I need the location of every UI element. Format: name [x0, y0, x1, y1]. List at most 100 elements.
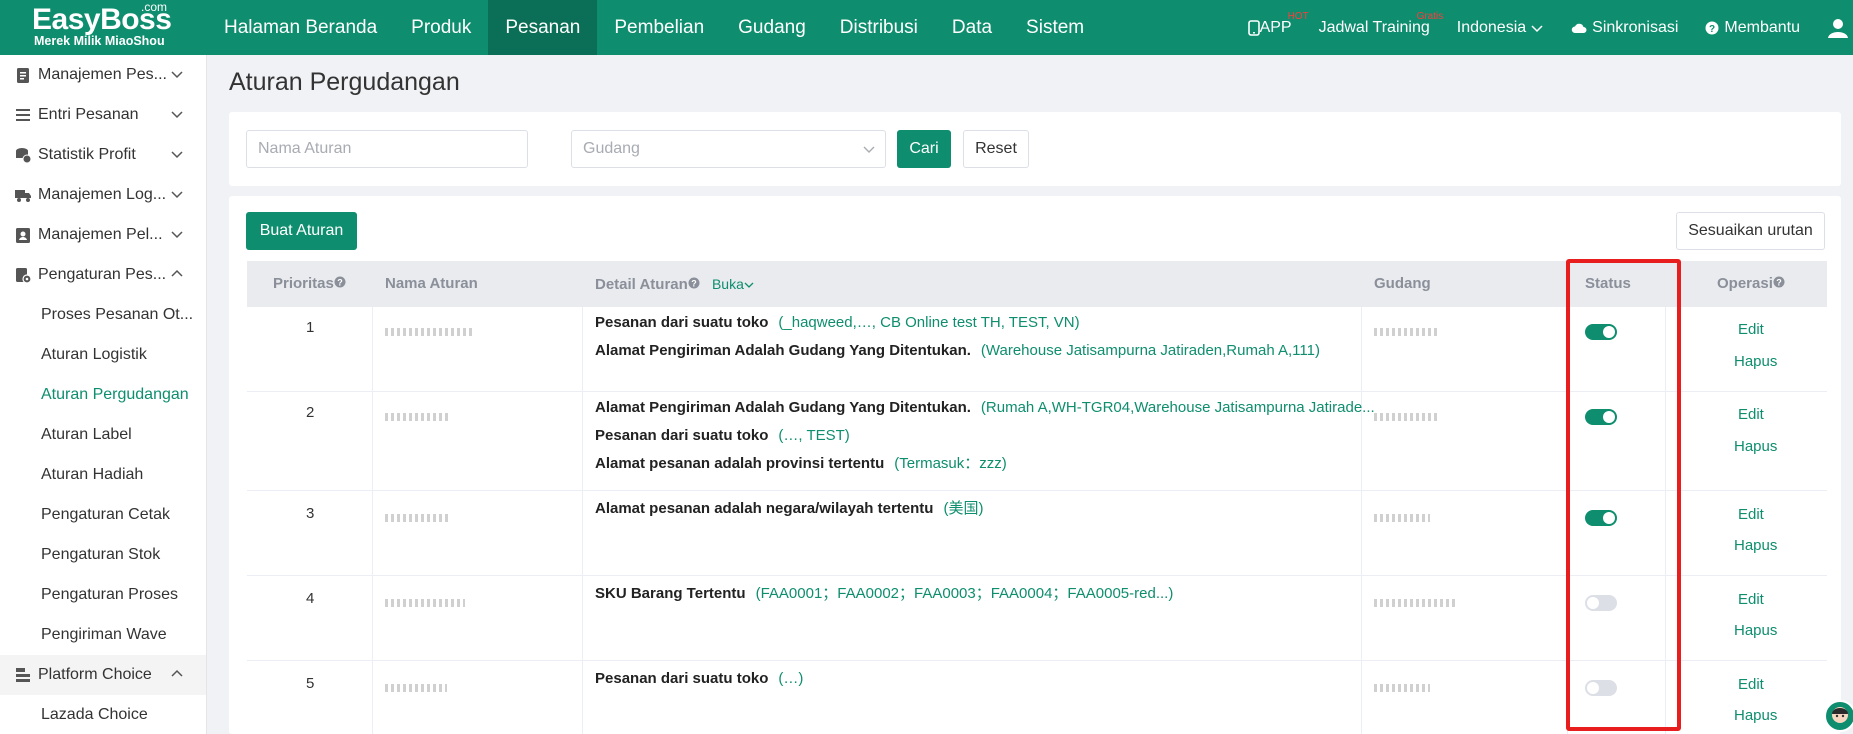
- sidebar-item-auto-order-process[interactable]: Proses Pesanan Ot...: [0, 295, 206, 335]
- user-icon: [1828, 18, 1848, 38]
- rule-name-redacted: [385, 594, 465, 611]
- edit-link[interactable]: Edit: [1738, 676, 1764, 693]
- priority-cell: 2: [306, 404, 315, 421]
- user-card-icon: [16, 228, 30, 243]
- sort-order-button[interactable]: Sesuaikan urutan: [1676, 212, 1825, 250]
- rule-detail: Alamat pesanan adalah negara/wilayah ter…: [595, 495, 983, 523]
- delete-link[interactable]: Hapus: [1734, 353, 1777, 370]
- rule-condition: Pesanan dari suatu toko (…, TEST): [595, 427, 850, 444]
- stack-icon: [16, 668, 30, 682]
- delete-link[interactable]: Hapus: [1734, 537, 1777, 554]
- support-assistant-icon[interactable]: [1824, 700, 1853, 732]
- expand-toggle[interactable]: Buka: [712, 276, 744, 292]
- brand-tagline: Merek Milik MiaoShou: [34, 34, 165, 48]
- sidebar-group-platform-choice[interactable]: Platform Choice: [0, 655, 206, 695]
- nav-warehouse[interactable]: Gudang: [721, 0, 823, 55]
- sidebar-item-logistics-rules[interactable]: Aturan Logistik: [0, 335, 206, 375]
- create-rule-button[interactable]: Buat Aturan: [246, 212, 357, 250]
- coins-icon: [16, 148, 32, 164]
- sidebar-group-profit-stats[interactable]: Statistik Profit: [0, 135, 206, 175]
- rule-name-redacted: [385, 679, 447, 696]
- header-warehouse: Gudang: [1374, 275, 1431, 292]
- rule-condition: Alamat Pengiriman Adalah Gudang Yang Dit…: [595, 342, 1320, 359]
- svg-text:?: ?: [1776, 278, 1782, 288]
- sidebar-item-print-settings[interactable]: Pengaturan Cetak: [0, 495, 206, 535]
- warehouse-select[interactable]: Gudang: [571, 130, 886, 168]
- sync-label: Sinkronisasi: [1592, 18, 1679, 36]
- rule-condition: Pesanan dari suatu toko (_haqweed,…, CB O…: [595, 314, 1080, 331]
- rule-name-redacted: [385, 323, 475, 340]
- list-icon: [16, 109, 30, 121]
- rule-name-input[interactable]: Nama Aturan: [246, 130, 528, 168]
- delete-link[interactable]: Hapus: [1734, 622, 1777, 639]
- app-link[interactable]: APP HOT: [1247, 11, 1309, 37]
- free-badge: Gratis: [1416, 10, 1444, 22]
- header-rule-name: Nama Aturan: [385, 275, 478, 292]
- help-button[interactable]: ? Membantu: [1705, 19, 1800, 37]
- help-label: Membantu: [1724, 18, 1800, 36]
- training-link[interactable]: Jadwal Training Gratis: [1318, 11, 1444, 37]
- sidebar-group-order-entry[interactable]: Entri Pesanan: [0, 95, 206, 135]
- sidebar-item-lazada-choice[interactable]: Lazada Choice: [0, 695, 206, 734]
- edit-link[interactable]: Edit: [1738, 591, 1764, 608]
- sidebar-item-warehouse-rules[interactable]: Aturan Pergudangan: [0, 375, 206, 415]
- sidebar: Manajemen Pes... Entri Pesanan Statistik…: [0, 55, 207, 734]
- svg-text:?: ?: [1709, 24, 1715, 35]
- edit-link[interactable]: Edit: [1738, 321, 1764, 338]
- settings-doc-icon: [16, 268, 32, 284]
- hot-badge: HOT: [1287, 10, 1309, 22]
- nav-home[interactable]: Halaman Beranda: [207, 0, 394, 55]
- sidebar-group-order-settings[interactable]: Pengaturan Pes...: [0, 255, 206, 295]
- language-selector[interactable]: Indonesia: [1457, 19, 1544, 37]
- rule-detail: Alamat Pengiriman Adalah Gudang Yang Dit…: [595, 394, 1375, 478]
- brand-logo[interactable]: EasyBoss .com Merek Milik MiaoShou: [0, 0, 207, 55]
- question-icon: ?: [688, 277, 700, 289]
- delete-link[interactable]: Hapus: [1734, 707, 1777, 724]
- rule-name-redacted: [385, 509, 449, 526]
- main-nav: Halaman Beranda Produk Pesanan Pembelian…: [207, 0, 1101, 55]
- sidebar-item-gift-rules[interactable]: Aturan Hadiah: [0, 455, 206, 495]
- top-navbar: EasyBoss .com Merek Milik MiaoShou Halam…: [0, 0, 1853, 55]
- nav-orders[interactable]: Pesanan: [488, 0, 598, 55]
- warehouse-redacted: [1374, 594, 1456, 611]
- chevron-down-icon: [1531, 24, 1543, 32]
- assistant-face-icon: [1832, 707, 1848, 723]
- edit-link[interactable]: Edit: [1738, 406, 1764, 423]
- phone-icon: [1247, 19, 1260, 36]
- nav-system[interactable]: Sistem: [1009, 0, 1101, 55]
- nav-purchase[interactable]: Pembelian: [597, 0, 721, 55]
- chevron-down-icon: [171, 71, 183, 79]
- nav-data[interactable]: Data: [935, 0, 1009, 55]
- sidebar-item-process-settings[interactable]: Pengaturan Proses: [0, 575, 206, 615]
- sidebar-item-stock-settings[interactable]: Pengaturan Stok: [0, 535, 206, 575]
- warehouse-placeholder: Gudang: [583, 140, 640, 157]
- header-priority: Prioritas?: [273, 261, 346, 307]
- sidebar-group-label: Manajemen Log...: [38, 186, 167, 203]
- training-label: Jadwal Training: [1318, 18, 1430, 36]
- nav-product[interactable]: Produk: [394, 0, 488, 55]
- sidebar-group-logistics[interactable]: Manajemen Log...: [0, 175, 206, 215]
- sidebar-item-label-rules[interactable]: Aturan Label: [0, 415, 206, 455]
- reset-button[interactable]: Reset: [963, 130, 1029, 168]
- search-button[interactable]: Cari: [897, 130, 951, 168]
- sidebar-item-wave-shipping[interactable]: Pengiriman Wave: [0, 615, 206, 655]
- chevron-down-icon[interactable]: [744, 281, 754, 289]
- warehouse-redacted: [1374, 323, 1438, 340]
- sidebar-group-label: Entri Pesanan: [38, 106, 139, 123]
- clipboard-icon: [17, 68, 29, 83]
- filter-panel: Nama Aturan Gudang Cari Reset: [229, 112, 1841, 186]
- warehouse-redacted: [1374, 408, 1440, 425]
- user-avatar[interactable]: [1827, 17, 1849, 39]
- nav-distribution[interactable]: Distribusi: [823, 0, 935, 55]
- delete-link[interactable]: Hapus: [1734, 438, 1777, 455]
- nav-right-tools: APP HOT Jadwal Training Gratis Indonesia…: [1247, 0, 1853, 55]
- chevron-down-icon: [863, 146, 875, 153]
- cloud-icon: [1571, 23, 1587, 33]
- sync-button[interactable]: Sinkronisasi: [1571, 19, 1678, 37]
- status-column-highlight: [1566, 259, 1681, 731]
- sidebar-group-customer[interactable]: Manajemen Pel...: [0, 215, 206, 255]
- rule-condition: SKU Barang Tertentu (FAA0001；FAA0002；FAA0…: [595, 585, 1174, 602]
- edit-link[interactable]: Edit: [1738, 506, 1764, 523]
- sidebar-group-label: Platform Choice: [38, 666, 152, 683]
- sidebar-group-order-management[interactable]: Manajemen Pes...: [0, 55, 206, 95]
